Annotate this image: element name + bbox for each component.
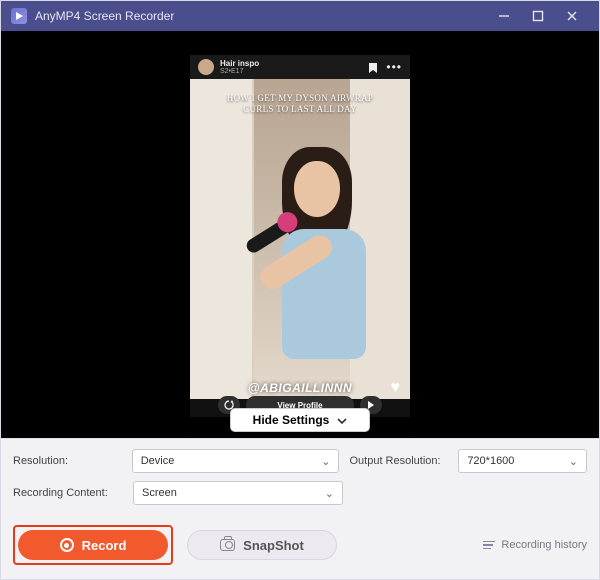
device-statusbar bbox=[190, 37, 410, 55]
snapshot-label: SnapShot bbox=[243, 538, 304, 553]
app-window: AnyMP4 Screen Recorder Hair inspo S2•E17 bbox=[0, 0, 600, 580]
post-header: Hair inspo S2•E17 ••• bbox=[190, 55, 410, 79]
handle-text: @ABIGAILLINNN bbox=[190, 381, 410, 395]
maximize-button[interactable] bbox=[521, 1, 555, 31]
account-name: Hair inspo bbox=[220, 60, 259, 68]
resolution-select[interactable]: Device ⌄ bbox=[132, 449, 340, 473]
chevron-down-icon: ⌄ bbox=[321, 455, 330, 468]
titlebar: AnyMP4 Screen Recorder bbox=[1, 1, 599, 31]
close-button[interactable] bbox=[555, 1, 589, 31]
post-meta: Hair inspo S2•E17 bbox=[220, 60, 259, 75]
record-highlight: Record bbox=[13, 525, 173, 565]
more-icon[interactable]: ••• bbox=[386, 60, 402, 74]
recording-content-value: Screen bbox=[142, 487, 177, 499]
app-title: AnyMP4 Screen Recorder bbox=[35, 9, 174, 23]
video-content: HOW I GET MY DYSON AIRWRAP CURLS TO LAST… bbox=[190, 79, 410, 399]
account-meta: S2•E17 bbox=[220, 68, 259, 75]
output-resolution-label: Output Resolution: bbox=[349, 455, 448, 467]
bookmark-icon[interactable] bbox=[368, 62, 378, 72]
overlay-caption: HOW I GET MY DYSON AIRWRAP CURLS TO LAST… bbox=[190, 93, 410, 116]
resolution-value: Device bbox=[141, 455, 175, 467]
recording-history-label: Recording history bbox=[501, 539, 587, 551]
chevron-down-icon: ⌄ bbox=[325, 487, 334, 500]
history-icon bbox=[483, 541, 495, 550]
recording-history-link[interactable]: Recording history bbox=[483, 539, 587, 551]
record-label: Record bbox=[82, 538, 127, 553]
resolution-label: Resolution: bbox=[13, 455, 122, 467]
device-frame: Hair inspo S2•E17 ••• HOW I GET MY DYSON… bbox=[190, 37, 410, 437]
record-icon bbox=[60, 538, 74, 552]
snapshot-button[interactable]: SnapShot bbox=[187, 530, 337, 560]
settings-panel: Resolution: Device ⌄ Output Resolution: … bbox=[1, 438, 599, 517]
app-icon bbox=[11, 8, 27, 24]
avatar bbox=[198, 59, 214, 75]
hide-settings-label: Hide Settings bbox=[253, 413, 330, 427]
chevron-down-icon bbox=[337, 413, 347, 427]
recording-content-label: Recording Content: bbox=[13, 487, 123, 499]
chevron-down-icon: ⌄ bbox=[569, 455, 578, 468]
camera-icon bbox=[220, 539, 235, 551]
output-resolution-value: 720*1600 bbox=[467, 455, 514, 467]
minimize-button[interactable] bbox=[487, 1, 521, 31]
action-bar: Record SnapShot Recording history bbox=[1, 517, 599, 579]
preview-area: Hair inspo S2•E17 ••• HOW I GET MY DYSON… bbox=[1, 31, 599, 438]
output-resolution-select[interactable]: 720*1600 ⌄ bbox=[458, 449, 587, 473]
record-button[interactable]: Record bbox=[18, 530, 168, 560]
recording-content-select[interactable]: Screen ⌄ bbox=[133, 481, 343, 505]
hide-settings-button[interactable]: Hide Settings bbox=[230, 408, 370, 432]
